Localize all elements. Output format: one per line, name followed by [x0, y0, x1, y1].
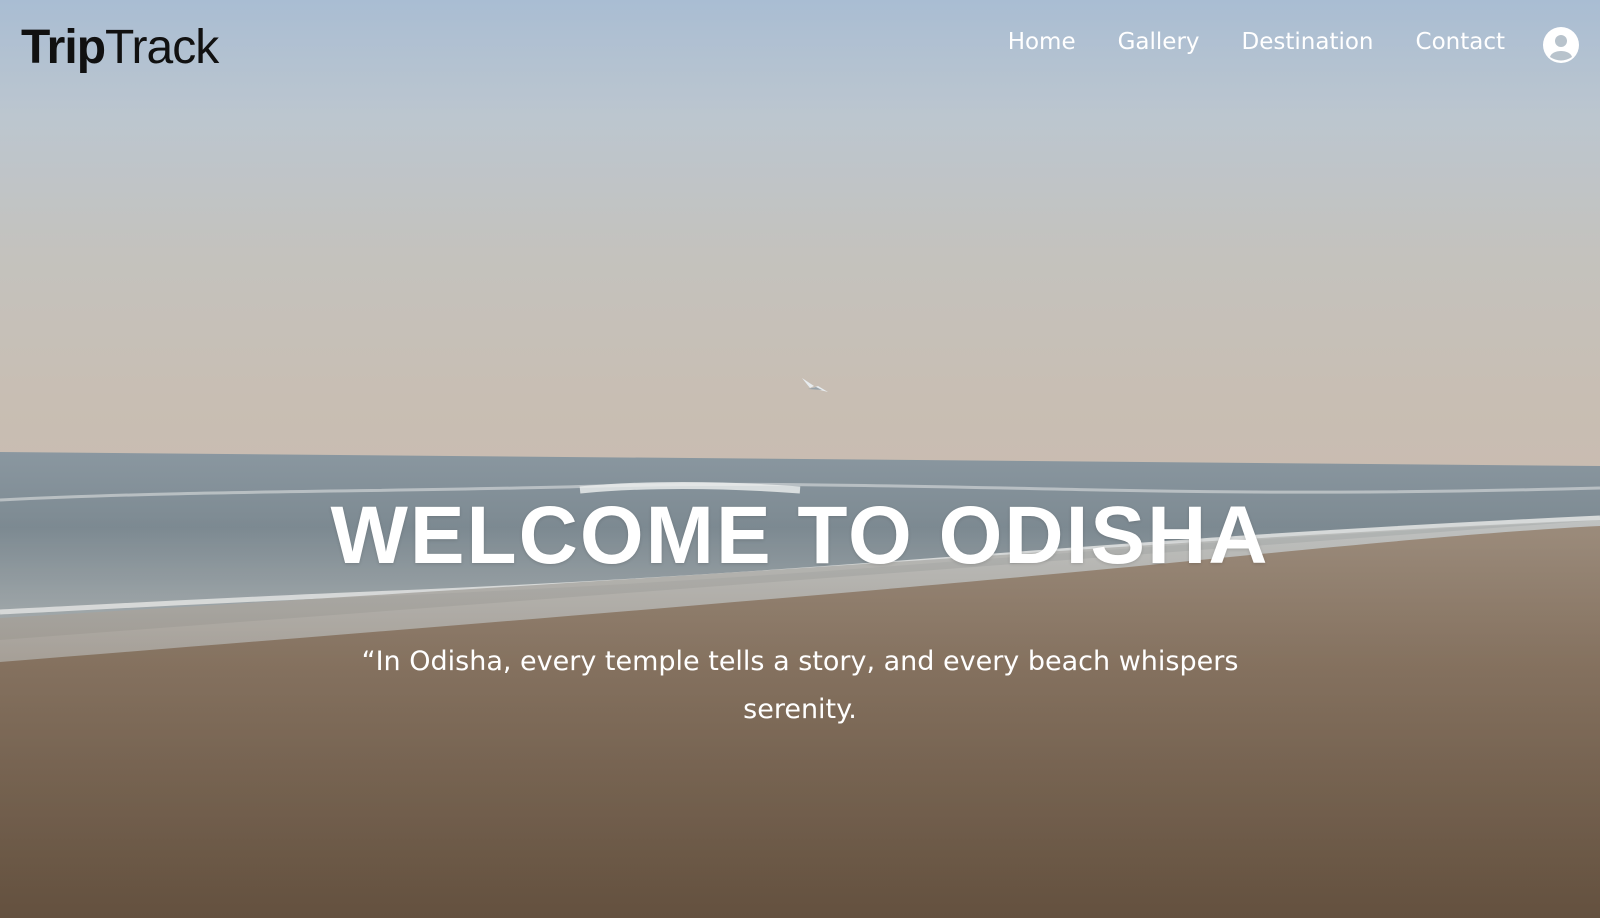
logo-light-text: Track: [105, 21, 219, 74]
page: TripTrack Home Gallery Destination Conta…: [0, 0, 1600, 918]
site-logo[interactable]: TripTrack: [21, 18, 219, 78]
hero-title: WELCOME TO ODISHA: [330, 490, 1270, 581]
site-header: TripTrack Home Gallery Destination Conta…: [0, 0, 1600, 92]
hero-quote: “In Odisha, every temple tells a story, …: [361, 646, 1239, 725]
nav-link-destination[interactable]: Destination: [1242, 24, 1374, 60]
nav-link-gallery[interactable]: Gallery: [1118, 24, 1200, 60]
beach-scene: [0, 378, 1600, 918]
hero-background-image: [0, 0, 1600, 918]
user-circle-icon[interactable]: [1542, 26, 1580, 64]
nav-link-home[interactable]: Home: [1008, 24, 1076, 60]
bird-silhouette: [802, 378, 828, 392]
logo-bold-text: Trip: [21, 21, 106, 74]
nav-link-contact[interactable]: Contact: [1416, 24, 1505, 60]
main-nav: Home Gallery Destination Contact: [1008, 24, 1505, 60]
